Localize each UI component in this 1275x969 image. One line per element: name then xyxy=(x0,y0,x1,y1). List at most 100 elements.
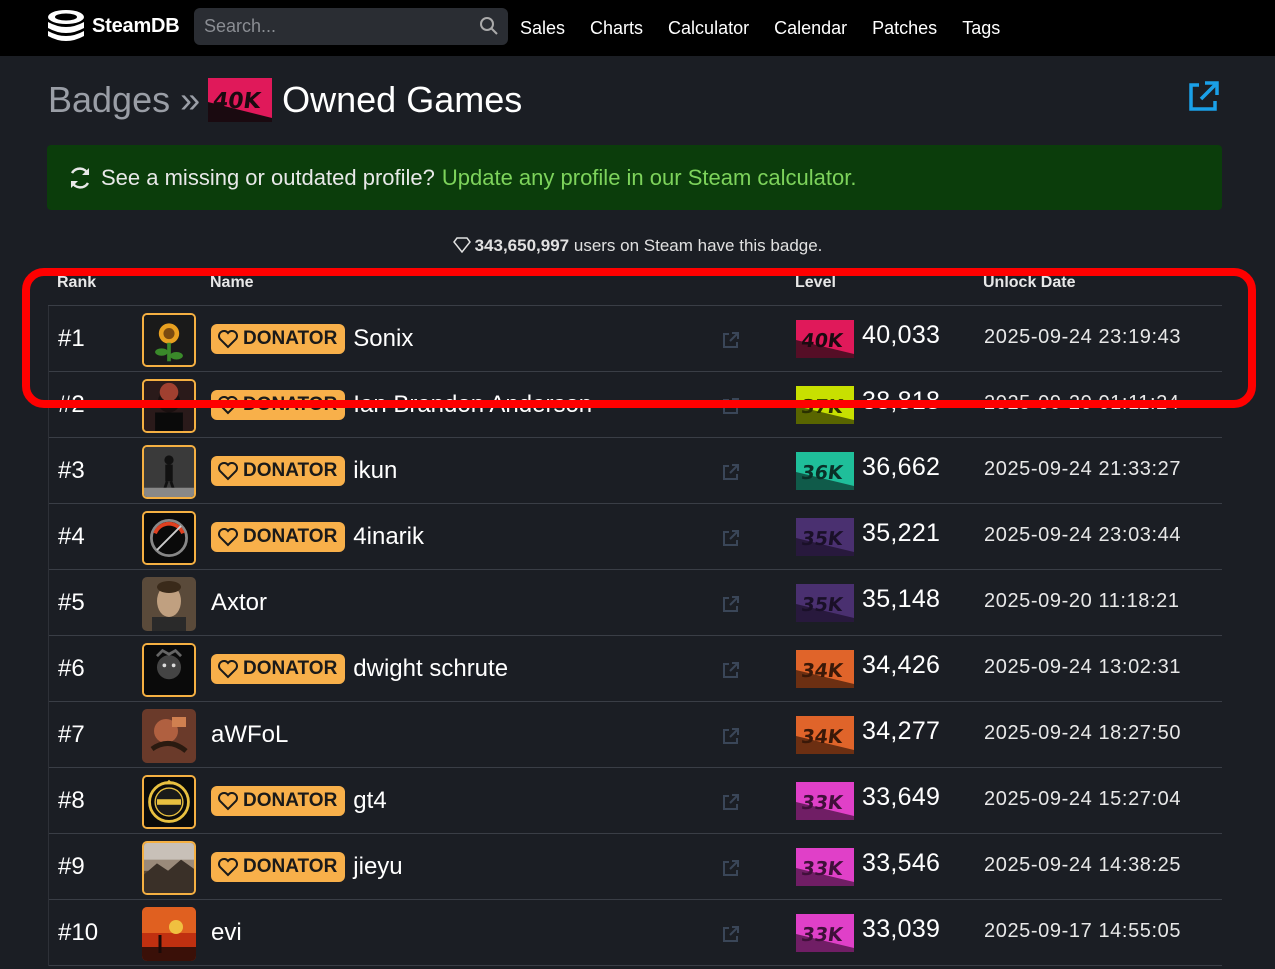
external-link-icon[interactable] xyxy=(721,330,741,350)
heart-icon xyxy=(218,396,238,415)
external-link-icon[interactable] xyxy=(721,660,741,680)
player-name-link[interactable]: Ian Brandon Anderson xyxy=(353,391,592,419)
donator-badge[interactable]: DONATOR xyxy=(211,390,346,420)
top-nav: SteamDB Sales Charts Calculator Calendar… xyxy=(0,0,1275,56)
avatar[interactable] xyxy=(142,709,196,763)
heart-icon xyxy=(218,462,238,481)
unlock-date-cell: 2025-09-20 11:18:21 xyxy=(984,590,1180,612)
avatar-image xyxy=(144,381,194,431)
level-badge-text: 35K xyxy=(800,527,846,550)
avatar[interactable] xyxy=(142,313,196,367)
avatar-image xyxy=(142,577,196,631)
external-link-icon[interactable] xyxy=(1185,79,1221,115)
level-cell: 34,277 xyxy=(862,717,941,745)
player-name-link[interactable]: ikun xyxy=(353,457,397,485)
breadcrumb-badges[interactable]: Badges xyxy=(48,79,170,121)
refresh-icon xyxy=(70,166,90,189)
level-badge-icon: 34K xyxy=(796,650,854,688)
column-name[interactable]: Name xyxy=(210,274,254,292)
owner-count: 343,650,997 xyxy=(474,236,570,255)
search-input[interactable] xyxy=(204,16,464,37)
avatar[interactable] xyxy=(142,445,196,499)
heart-icon xyxy=(218,528,238,547)
donator-badge[interactable]: DONATOR xyxy=(211,324,346,354)
steamdb-logo-icon xyxy=(48,10,84,41)
column-unlock-date[interactable]: Unlock Date xyxy=(983,274,1075,292)
page-heading: Owned Games xyxy=(282,79,523,120)
nav-patches[interactable]: Patches xyxy=(872,18,937,39)
steamdb-logo[interactable]: SteamDB xyxy=(46,8,180,44)
avatar[interactable] xyxy=(142,511,196,565)
external-link-icon[interactable] xyxy=(721,792,741,812)
badge-owner-count: 343,650,997 users on Steam have this bad… xyxy=(0,236,1275,256)
level-cell: 34,426 xyxy=(862,651,941,679)
player-name-link[interactable]: dwight schrute xyxy=(353,655,508,683)
player-name-link[interactable]: Sonix xyxy=(353,325,413,353)
external-link-icon[interactable] xyxy=(721,462,741,482)
avatar[interactable] xyxy=(142,577,196,631)
external-link-icon[interactable] xyxy=(721,858,741,878)
owner-count-text: users on Steam have this badge. xyxy=(573,236,823,255)
nav-calendar[interactable]: Calendar xyxy=(774,18,847,39)
column-level[interactable]: Level xyxy=(795,274,836,292)
rank-cell: #8 xyxy=(58,787,85,814)
level-cell: 35,221 xyxy=(862,519,941,547)
level-badge-text: 33K xyxy=(800,791,846,814)
donator-label: DONATOR xyxy=(243,790,338,811)
level-cell: 38,818 xyxy=(862,387,941,415)
level-cell: 40,033 xyxy=(862,321,941,349)
heart-icon xyxy=(218,330,238,349)
player-name-link[interactable]: evi xyxy=(211,919,242,947)
avatar-image xyxy=(144,513,194,563)
rank-cell: #1 xyxy=(58,325,85,352)
level-badge-icon: 35K xyxy=(796,584,854,622)
rank-cell: #6 xyxy=(58,655,85,682)
avatar[interactable] xyxy=(142,379,196,433)
table-row: #6 DONATOR dwight schrute 34K 34,426 2025-09… xyxy=(49,636,1222,702)
avatar[interactable] xyxy=(142,643,196,697)
level-badge-text: 36K xyxy=(800,461,846,484)
name-cell: aWFoL xyxy=(211,719,288,751)
external-link-icon[interactable] xyxy=(721,594,741,614)
donator-badge[interactable]: DONATOR xyxy=(211,852,346,882)
avatar-image xyxy=(144,843,194,893)
external-link-icon[interactable] xyxy=(721,396,741,416)
avatar-image xyxy=(144,645,194,695)
steam-calculator-link[interactable]: Update any profile in our Steam calculat… xyxy=(442,165,857,191)
badge-40k-icon: 40K xyxy=(208,78,273,122)
level-badge-text: 40K xyxy=(800,329,846,352)
nav-sales[interactable]: Sales xyxy=(520,18,565,39)
avatar[interactable] xyxy=(142,775,196,829)
breadcrumb-separator: » xyxy=(180,79,201,120)
table-row: #5 Axtor 35K 35,148 2025-09-20 11:18:21 xyxy=(49,570,1222,636)
level-cell: 33,039 xyxy=(862,915,941,943)
external-link-icon[interactable] xyxy=(721,528,741,548)
donator-badge[interactable]: DONATOR xyxy=(211,456,346,486)
player-name-link[interactable]: aWFoL xyxy=(211,721,288,749)
level-badge-text: 34K xyxy=(800,659,846,682)
avatar[interactable] xyxy=(142,841,196,895)
player-name-link[interactable]: 4inarik xyxy=(353,523,424,551)
external-link-icon[interactable] xyxy=(721,726,741,746)
nav-tags[interactable]: Tags xyxy=(962,18,1000,39)
donator-label: DONATOR xyxy=(243,328,338,349)
donator-badge[interactable]: DONATOR xyxy=(211,654,346,684)
player-name-link[interactable]: jieyu xyxy=(353,853,402,881)
column-rank[interactable]: Rank xyxy=(57,274,96,292)
update-profile-alert: See a missing or outdated profile? Updat… xyxy=(47,145,1222,210)
name-cell: Axtor xyxy=(211,587,267,619)
external-link-icon[interactable] xyxy=(721,924,741,944)
donator-badge[interactable]: DONATOR xyxy=(211,522,346,552)
donator-label: DONATOR xyxy=(243,658,338,679)
avatar[interactable] xyxy=(142,907,196,961)
player-name-link[interactable]: gt4 xyxy=(353,787,386,815)
donator-badge[interactable]: DONATOR xyxy=(211,786,346,816)
nav-calculator[interactable]: Calculator xyxy=(668,18,749,39)
nav-charts[interactable]: Charts xyxy=(590,18,643,39)
rank-cell: #4 xyxy=(58,523,85,550)
search-icon[interactable] xyxy=(479,16,499,36)
unlock-date-cell: 2025-09-20 01:11:24 xyxy=(984,392,1180,414)
heart-icon xyxy=(218,792,238,811)
player-name-link[interactable]: Axtor xyxy=(211,589,267,617)
page-title: Badges » 40K Owned Games xyxy=(48,76,522,124)
